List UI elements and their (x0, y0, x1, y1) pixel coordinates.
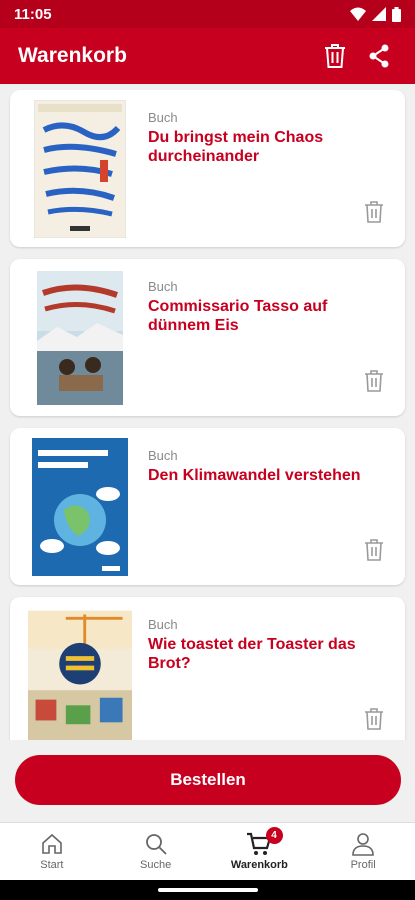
cart-item[interactable]: Buch Wie toastet der Toaster das Brot? (10, 597, 405, 740)
cart-list[interactable]: Buch Du bringst mein Chaos durcheinander (0, 84, 415, 740)
nav-item-profil[interactable]: Profil (311, 823, 415, 880)
item-title[interactable]: Den Klimawandel verstehen (148, 466, 389, 485)
battery-icon (392, 6, 401, 22)
item-info: Buch Den Klimawandel verstehen (148, 448, 389, 485)
cart-item[interactable]: Buch Den Klimawandel verstehen (10, 428, 405, 585)
profile-icon (352, 833, 374, 856)
nav-label: Profil (350, 859, 376, 871)
item-title[interactable]: Commissario Tasso auf dünnem Eis (148, 297, 389, 335)
nav-item-warenkorb[interactable]: 4 Warenkorb (208, 823, 312, 880)
trash-icon (365, 708, 383, 730)
share-button[interactable] (357, 34, 401, 78)
trash-icon (365, 539, 383, 561)
nav-label: Warenkorb (230, 859, 288, 871)
app-bar: Warenkorb (0, 28, 415, 84)
item-title[interactable]: Wie toastet der Toaster das Brot? (148, 635, 389, 673)
page-title: Warenkorb (18, 44, 127, 67)
item-info: Buch Du bringst mein Chaos durcheinander (148, 110, 389, 166)
remove-item-button[interactable] (361, 197, 387, 227)
item-title[interactable]: Du bringst mein Chaos durcheinander (148, 128, 389, 166)
remove-item-button[interactable] (361, 366, 387, 396)
remove-item-button[interactable] (361, 535, 387, 565)
wifi-icon (350, 7, 366, 21)
trash-icon (365, 201, 383, 223)
share-icon (369, 44, 389, 68)
bottom-nav: Start Suche 4 Warenkorb Profil (0, 822, 415, 880)
nav-item-suche[interactable]: Suche (104, 823, 208, 880)
system-nav-bar (0, 880, 415, 900)
nav-item-start[interactable]: Start (0, 823, 104, 880)
order-bar: Bestellen (0, 740, 415, 822)
item-type: Buch (148, 110, 178, 125)
cart-item[interactable]: Buch Du bringst mein Chaos durcheinander (10, 90, 405, 247)
book-cover (28, 269, 132, 407)
home-icon (42, 833, 62, 854)
status-bar: 11:05 (0, 0, 415, 28)
remove-item-button[interactable] (361, 704, 387, 734)
book-cover (28, 607, 132, 740)
status-icons (350, 6, 401, 22)
nav-label: Start (40, 859, 64, 871)
trash-icon (365, 370, 383, 392)
item-type: Buch (148, 279, 178, 294)
signal-icon (372, 7, 386, 21)
item-info: Buch Wie toastet der Toaster das Brot? (148, 617, 389, 673)
search-icon (145, 834, 167, 855)
book-cover (28, 100, 132, 238)
order-button[interactable]: Bestellen (15, 755, 401, 805)
item-info: Buch Commissario Tasso auf dünnem Eis (148, 279, 389, 335)
item-type: Buch (148, 448, 178, 463)
delete-all-button[interactable] (313, 34, 357, 78)
item-type: Buch (148, 617, 178, 632)
cart-count-badge: 4 (265, 827, 283, 844)
status-time: 11:05 (14, 5, 52, 23)
cart-item[interactable]: Buch Commissario Tasso auf dünnem Eis (10, 259, 405, 416)
home-gesture-handle[interactable] (157, 888, 258, 892)
book-cover (28, 438, 132, 576)
nav-label: Suche (140, 859, 172, 871)
trash-icon (325, 44, 345, 68)
